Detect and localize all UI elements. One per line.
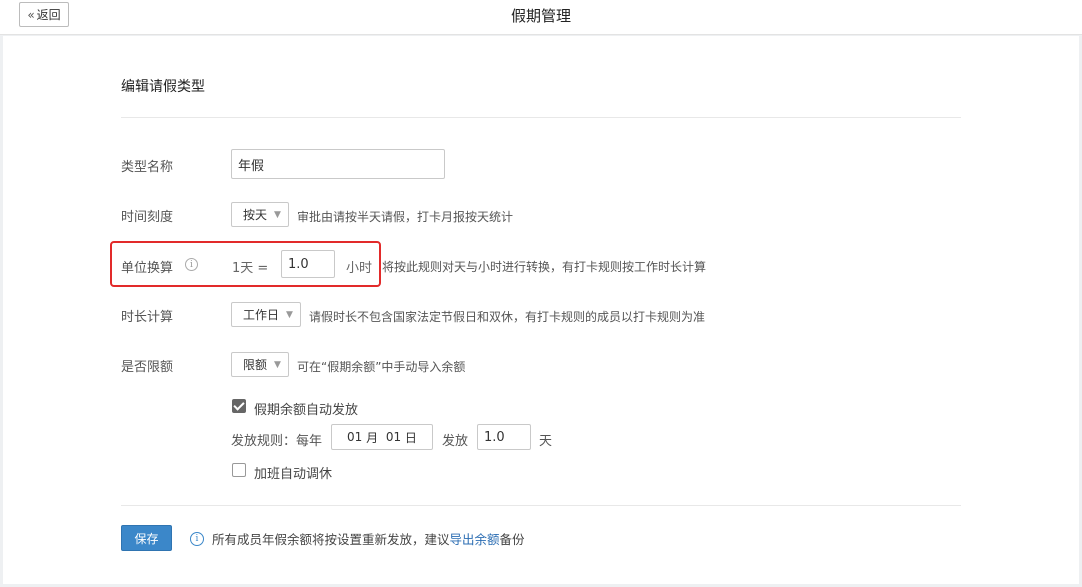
footer-info-text: 所有成员年假余额将按设置重新发放，建议	[212, 532, 450, 547]
footer-info-suffix: 备份	[499, 532, 525, 547]
grant-amount-unit: 天	[539, 434, 553, 449]
unit-conversion-hint: 将按此规则对天与小时进行转换，有打卡规则按工作时长计算	[382, 260, 707, 274]
quota-hint: 可在“假期余额”中手动导入余额	[297, 360, 466, 374]
auto-grant-checkbox[interactable]	[232, 399, 246, 413]
quota-value: 限额	[243, 358, 268, 372]
top-bar: « 返回 假期管理	[0, 0, 1082, 35]
save-button[interactable]: 保存	[121, 525, 172, 551]
overtime-leave-checkbox[interactable]	[232, 463, 246, 477]
caret-down-icon: ▼	[286, 309, 293, 320]
duration-calc-label: 时长计算	[121, 310, 174, 325]
info-circle-icon: i	[190, 531, 204, 546]
caret-down-icon: ▼	[274, 359, 281, 370]
duration-calc-select[interactable]: 工作日 ▼	[231, 302, 301, 327]
grant-month-unit: 月	[366, 430, 379, 445]
hours-per-day-input[interactable]	[281, 250, 335, 278]
section-title: 编辑请假类型	[121, 79, 205, 95]
auto-grant-label: 假期余额自动发放	[254, 403, 359, 418]
grant-day: 01	[385, 430, 402, 444]
quota-label: 是否限额	[121, 360, 174, 375]
caret-down-icon: ▼	[274, 209, 281, 220]
footer-divider	[121, 505, 961, 506]
duration-calc-value: 工作日	[243, 308, 280, 322]
time-scale-hint: 审批由请按半天请假，打卡月报按天统计	[297, 210, 514, 224]
grant-date-picker[interactable]: 01 月 01 日	[331, 424, 433, 450]
duration-calc-hint: 请假时长不包含国家法定节假日和双休，有打卡规则的成员以打卡规则为准	[309, 310, 706, 324]
unit-conversion-label: 单位换算	[121, 261, 174, 276]
form-card: 编辑请假类型 类型名称 时间刻度 按天 ▼ 审批由请按半天请假，打卡月报按天统计…	[3, 36, 1079, 584]
type-name-label: 类型名称	[121, 160, 174, 175]
export-balance-link[interactable]: 导出余额	[450, 529, 500, 548]
grant-rule-label: 发放规则：每年	[231, 434, 323, 449]
grant-month: 01	[347, 430, 363, 444]
time-scale-select[interactable]: 按天 ▼	[231, 202, 289, 227]
overtime-leave-label: 加班自动调休	[254, 467, 333, 482]
unit-conversion-prefix: 1天 =	[232, 261, 269, 276]
time-scale-value: 按天	[243, 208, 268, 222]
type-name-input[interactable]	[231, 149, 445, 179]
grant-label: 发放	[442, 434, 469, 449]
time-scale-label: 时间刻度	[121, 210, 174, 225]
grant-day-unit: 日	[404, 430, 417, 445]
section-divider	[121, 117, 961, 118]
page-title: 假期管理	[510, 7, 571, 25]
quota-select[interactable]: 限额 ▼	[231, 352, 289, 377]
unit-conversion-unit: 小时	[346, 261, 373, 276]
info-icon[interactable]: i	[185, 258, 198, 271]
footer-info: i 所有成员年假余额将按设置重新发放，建议 导出余额 备份	[190, 529, 525, 548]
grant-amount-input[interactable]	[477, 424, 531, 450]
